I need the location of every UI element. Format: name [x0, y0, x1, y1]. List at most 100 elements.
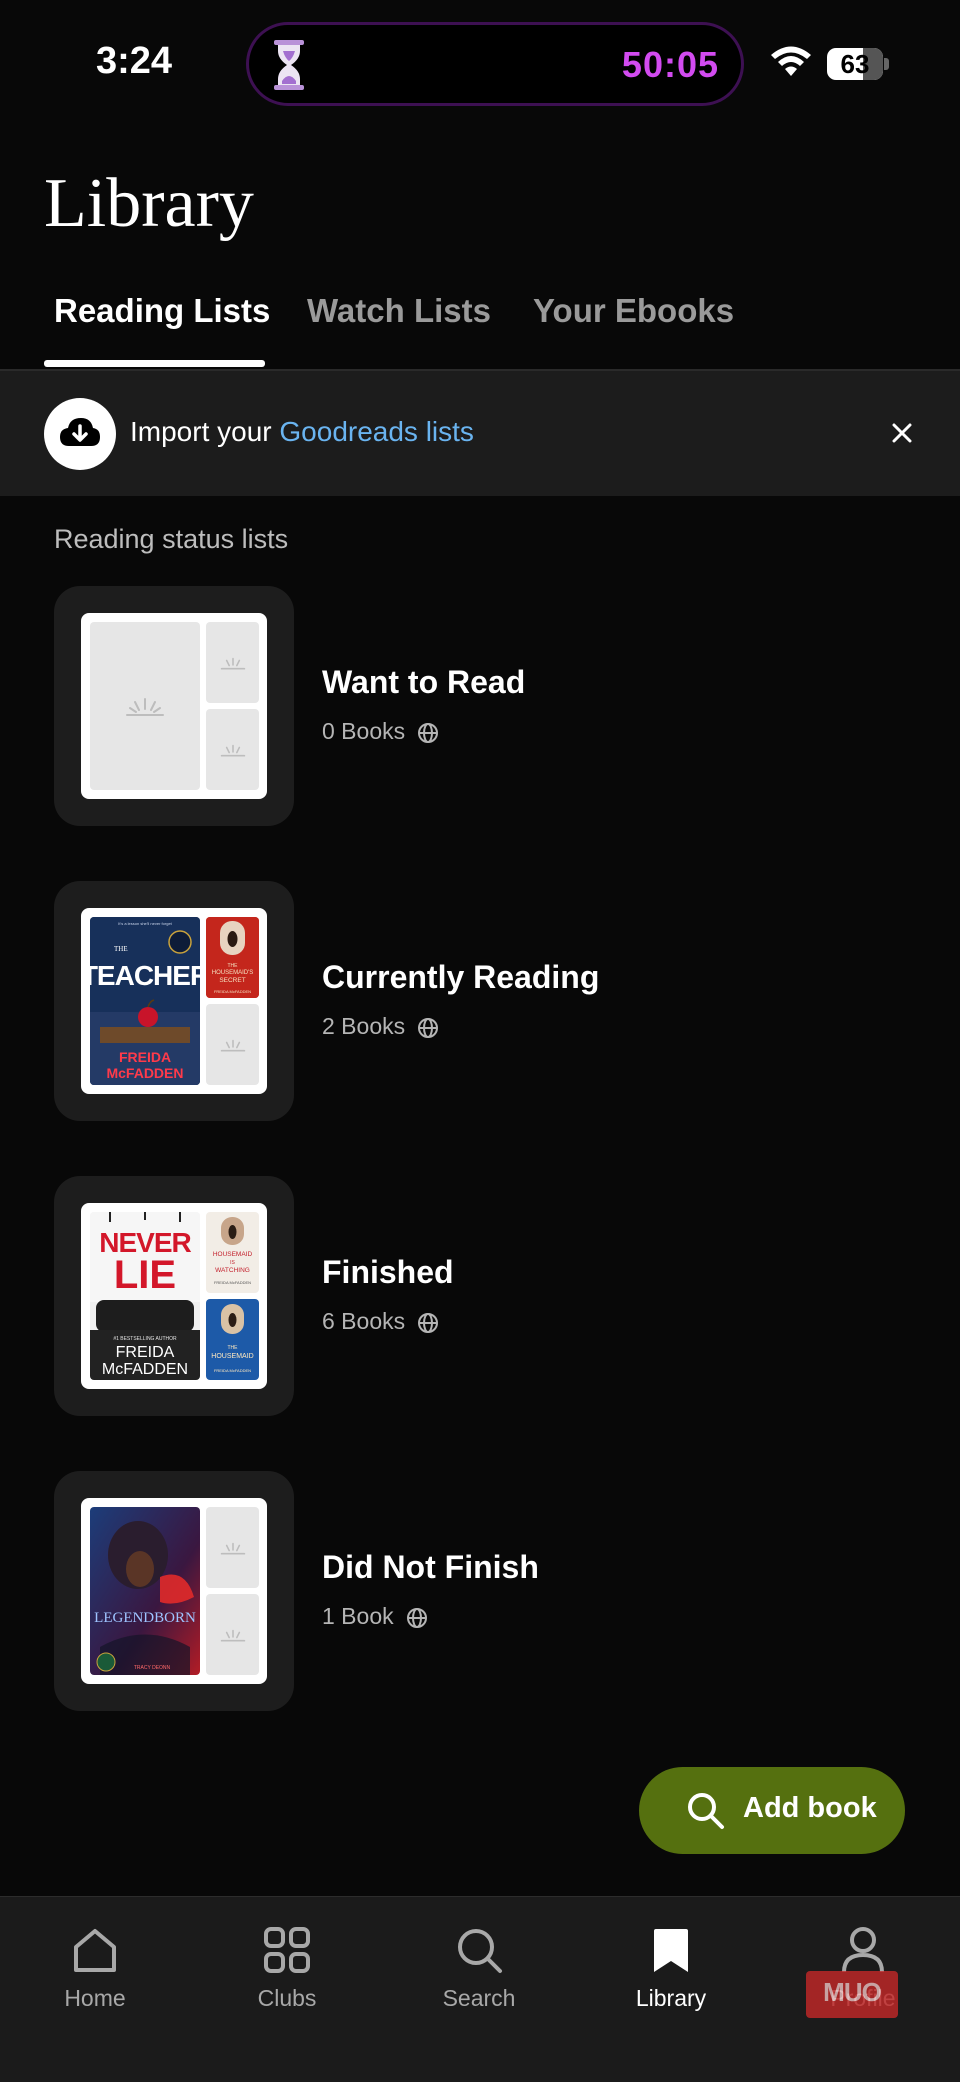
list-item-currently-reading[interactable]: It's a lesson she'll never forget THE TE…: [54, 881, 914, 1123]
book-count: 6 Books: [322, 1308, 406, 1334]
watermark-logo: MUO: [806, 1971, 898, 2018]
book-cover-never-lie: NEVER LIE #1 BESTSELLING AUTHOR FREIDA M…: [90, 1212, 200, 1380]
svg-text:#1 BESTSELLING AUTHOR: #1 BESTSELLING AUTHOR: [113, 1336, 177, 1342]
placeholder-cover: [90, 622, 200, 790]
book-count: 2 Books: [322, 1013, 406, 1039]
add-book-label: Add book: [743, 1792, 877, 1824]
list-meta: 6 Books: [322, 1308, 439, 1335]
svg-text:FREIDA: FREIDA: [116, 1344, 175, 1361]
list-thumbnail: It's a lesson she'll never forget THE TE…: [54, 881, 294, 1121]
placeholder-icon: [220, 1542, 245, 1555]
placeholder-icon: [220, 1629, 245, 1642]
svg-text:THE: THE: [228, 963, 239, 969]
dynamic-island[interactable]: 50:05: [246, 22, 744, 106]
battery-level: 63: [840, 49, 870, 79]
nav-label: Home: [64, 1985, 126, 2011]
tab-watch-lists[interactable]: Watch Lists: [307, 292, 491, 330]
tab-your-ebooks[interactable]: Your Ebooks: [533, 292, 734, 330]
import-text: Import your Goodreads lists: [130, 416, 474, 448]
list-title: Want to Read: [322, 664, 526, 700]
list-meta: 1 Book: [322, 1603, 428, 1630]
svg-text:McFADDEN: McFADDEN: [102, 1361, 188, 1378]
svg-text:FREIDA: FREIDA: [119, 1049, 171, 1065]
list-title: Currently Reading: [322, 959, 600, 995]
home-icon: [74, 1929, 116, 1972]
book-cover-housemaid-is-watching: HOUSEMAID IS WATCHING FREIDA McFADDEN: [206, 1212, 259, 1293]
tab-reading-lists[interactable]: Reading Lists: [54, 292, 270, 330]
list-thumbnail: [54, 586, 294, 826]
import-goodreads-banner[interactable]: Import your Goodreads lists: [0, 371, 960, 496]
watermark-text: MUO: [823, 1977, 882, 2007]
list-thumbnail: NEVER LIE #1 BESTSELLING AUTHOR FREIDA M…: [54, 1176, 294, 1416]
list-thumbnail: LEGENDBORN TRACY DEONN: [54, 1471, 294, 1711]
globe-icon: [418, 1313, 439, 1333]
list-title: Finished: [322, 1254, 454, 1290]
active-tab-indicator: [44, 360, 265, 367]
book-cover-legendborn: LEGENDBORN TRACY DEONN: [90, 1507, 200, 1675]
section-label: Reading status lists: [54, 524, 289, 554]
svg-text:THE: THE: [114, 945, 128, 953]
svg-text:HOUSEMAID: HOUSEMAID: [213, 1251, 253, 1258]
hourglass-icon: [274, 40, 304, 90]
search-icon: [688, 1793, 724, 1829]
goodreads-link[interactable]: Goodreads lists: [279, 416, 474, 447]
svg-text:It's a lesson she'll never for: It's a lesson she'll never forget: [118, 921, 172, 926]
svg-text:FREIDA McFADDEN: FREIDA McFADDEN: [214, 1280, 251, 1285]
nav-search[interactable]: Search: [404, 1925, 554, 2035]
svg-text:LEGENDBORN: LEGENDBORN: [94, 1610, 196, 1626]
placeholder-icon: [220, 657, 245, 670]
book-cover-the-housemaid: THE HOUSEMAID FREIDA McFADDEN: [206, 1299, 259, 1380]
book-count: 1 Book: [322, 1603, 394, 1629]
import-prefix: Import your: [130, 416, 280, 447]
search-icon: [458, 1929, 502, 1973]
list-item-finished[interactable]: NEVER LIE #1 BESTSELLING AUTHOR FREIDA M…: [54, 1176, 914, 1418]
close-icon[interactable]: [888, 415, 916, 449]
placeholder-icon: [220, 744, 245, 757]
nav-label: Search: [442, 1985, 516, 2011]
placeholder-cover: [206, 709, 259, 790]
book-cover-the-teacher: It's a lesson she'll never forget THE TE…: [90, 917, 200, 1085]
svg-text:LIE: LIE: [114, 1253, 176, 1297]
placeholder-cover: [206, 1004, 259, 1085]
page-title: Library: [44, 165, 254, 242]
status-time: 3:24: [96, 40, 173, 82]
bookmark-icon: [654, 1929, 688, 1972]
list-item-want-to-read[interactable]: Want to Read 0 Books: [54, 586, 914, 828]
svg-text:IS: IS: [230, 1260, 235, 1266]
placeholder-cover: [206, 622, 259, 703]
svg-text:FREIDA McFADDEN: FREIDA McFADDEN: [214, 1368, 251, 1373]
svg-text:HOUSEMAID'S: HOUSEMAID'S: [212, 970, 253, 976]
add-book-button[interactable]: Add book: [639, 1767, 905, 1854]
person-icon: [842, 1927, 884, 1973]
clubs-grid-icon: [264, 1927, 310, 1973]
svg-text:HOUSEMAID: HOUSEMAID: [211, 1353, 253, 1360]
svg-text:SECRET: SECRET: [219, 977, 245, 984]
placeholder-icon: [220, 1039, 245, 1052]
list-title: Did Not Finish: [322, 1549, 539, 1585]
globe-icon: [418, 1018, 439, 1038]
nav-label: Clubs: [257, 1985, 317, 2011]
battery-icon: 63: [827, 48, 889, 80]
svg-text:TEACHER: TEACHER: [90, 960, 200, 991]
wifi-icon: [771, 46, 811, 76]
nav-clubs[interactable]: Clubs: [212, 1925, 362, 2035]
svg-text:TRACY DEONN: TRACY DEONN: [134, 1665, 171, 1671]
svg-text:WATCHING: WATCHING: [215, 1267, 250, 1274]
svg-text:FREIDA McFADDEN: FREIDA McFADDEN: [214, 989, 251, 994]
placeholder-cover: [206, 1507, 259, 1588]
globe-icon: [418, 723, 439, 743]
nav-label: Library: [635, 1985, 707, 2011]
book-cover-housemaids-secret: THE HOUSEMAID'S SECRET FREIDA McFADDEN: [206, 917, 259, 998]
svg-text:McFADDEN: McFADDEN: [106, 1065, 183, 1081]
tab-bar: Reading Lists Watch Lists Your Ebooks: [0, 280, 960, 371]
placeholder-icon: [126, 698, 164, 716]
status-bar: 3:24 50:05 63: [0, 0, 960, 130]
timer-text: 50:05: [621, 44, 719, 85]
list-item-did-not-finish[interactable]: LEGENDBORN TRACY DEONN Did Not Finish 1 …: [54, 1471, 914, 1713]
download-icon: [44, 398, 116, 470]
nav-library[interactable]: Library: [596, 1925, 746, 2035]
nav-home[interactable]: Home: [20, 1925, 170, 2035]
globe-icon: [406, 1608, 427, 1628]
book-count: 0 Books: [322, 718, 406, 744]
list-meta: 0 Books: [322, 718, 439, 745]
